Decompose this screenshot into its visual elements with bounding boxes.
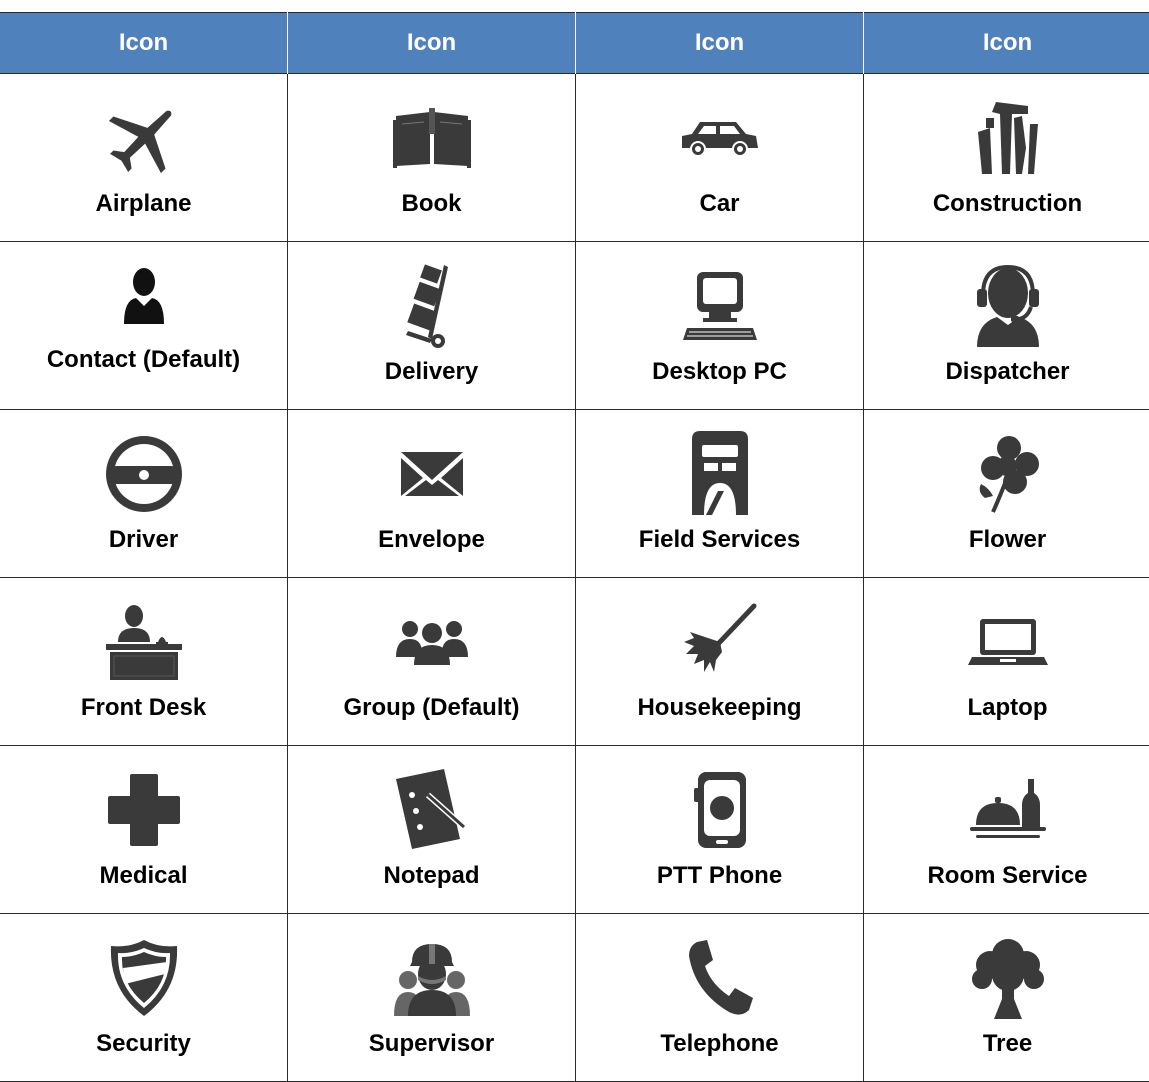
icon-label: Construction bbox=[864, 190, 1149, 218]
icon-label: Housekeeping bbox=[576, 694, 863, 722]
notepad-icon bbox=[392, 767, 472, 853]
icon-label: Car bbox=[576, 190, 863, 218]
icon-cell-construction: Construction bbox=[864, 74, 1149, 242]
icon-cell-envelope: Envelope bbox=[288, 410, 576, 578]
group-icon bbox=[396, 617, 468, 667]
icon-cell-car: Car bbox=[576, 74, 864, 242]
icon-cell-delivery: Delivery bbox=[288, 242, 576, 410]
icon-cell-housekeeping: Housekeeping bbox=[576, 578, 864, 746]
book-icon bbox=[392, 108, 472, 168]
icon-label: Front Desk bbox=[0, 694, 287, 722]
table-row: Airplane Book Car bbox=[0, 74, 1149, 242]
icon-cell-group: Group (Default) bbox=[288, 578, 576, 746]
icon-label: Field Services bbox=[576, 526, 863, 554]
icon-label: PTT Phone bbox=[576, 862, 863, 890]
icon-cell-medical: Medical bbox=[0, 746, 288, 914]
construction-icon bbox=[968, 98, 1048, 178]
icon-cell-laptop: Laptop bbox=[864, 578, 1149, 746]
table-row: Medical Notepad bbox=[0, 746, 1149, 914]
tree-icon bbox=[968, 935, 1048, 1021]
front-desk-icon bbox=[104, 602, 184, 682]
icon-label: Telephone bbox=[576, 1030, 863, 1058]
icon-cell-notepad: Notepad bbox=[288, 746, 576, 914]
driver-icon bbox=[102, 432, 186, 516]
ptt-phone-icon bbox=[690, 770, 750, 850]
column-header: Icon bbox=[864, 13, 1149, 74]
icon-label: Desktop PC bbox=[576, 358, 863, 386]
supervisor-icon bbox=[392, 938, 472, 1018]
icon-label: Envelope bbox=[288, 526, 575, 554]
laptop-icon bbox=[968, 617, 1048, 667]
icon-cell-contact: Contact (Default) bbox=[0, 242, 288, 410]
icon-label: Airplane bbox=[0, 190, 287, 218]
icon-label: Delivery bbox=[288, 358, 575, 386]
icon-cell-tree: Tree bbox=[864, 914, 1149, 1082]
icon-cell-desktop-pc: Desktop PC bbox=[576, 242, 864, 410]
delivery-icon bbox=[402, 261, 462, 351]
icon-label: Driver bbox=[0, 526, 287, 554]
icon-label: Dispatcher bbox=[864, 358, 1149, 386]
icon-label: Notepad bbox=[288, 862, 575, 890]
icon-cell-driver: Driver bbox=[0, 410, 288, 578]
icon-label: Medical bbox=[0, 862, 287, 890]
housekeeping-icon bbox=[680, 602, 760, 682]
telephone-icon bbox=[685, 938, 755, 1018]
icon-cell-field-services: Field Services bbox=[576, 410, 864, 578]
desktop-pc-icon bbox=[679, 270, 761, 342]
icon-label: Book bbox=[288, 190, 575, 218]
icon-label: Contact (Default) bbox=[0, 346, 287, 374]
icon-cell-supervisor: Supervisor bbox=[288, 914, 576, 1082]
contact-icon bbox=[122, 266, 166, 328]
icon-label: Security bbox=[0, 1030, 287, 1058]
icon-cell-book: Book bbox=[288, 74, 576, 242]
icon-cell-front-desk: Front Desk bbox=[0, 578, 288, 746]
envelope-icon bbox=[399, 450, 465, 498]
icon-label: Supervisor bbox=[288, 1030, 575, 1058]
icon-label: Laptop bbox=[864, 694, 1149, 722]
icon-label: Flower bbox=[864, 526, 1149, 554]
column-header: Icon bbox=[576, 13, 864, 74]
medical-icon bbox=[108, 774, 180, 846]
flower-icon bbox=[973, 434, 1043, 514]
field-services-icon bbox=[690, 429, 750, 519]
car-icon bbox=[680, 118, 760, 158]
security-icon bbox=[109, 938, 179, 1018]
icon-cell-dispatcher: Dispatcher bbox=[864, 242, 1149, 410]
table-row: Driver Envelope bbox=[0, 410, 1149, 578]
airplane-icon bbox=[104, 98, 184, 178]
icon-table: Icon Icon Icon Icon Airplane bbox=[0, 12, 1149, 1082]
dispatcher-icon bbox=[973, 263, 1043, 349]
header-row: Icon Icon Icon Icon bbox=[0, 13, 1149, 74]
table-row: Security Supervisor bbox=[0, 914, 1149, 1082]
icon-cell-ptt-phone: PTT Phone bbox=[576, 746, 864, 914]
room-service-icon bbox=[968, 775, 1048, 845]
table-row: Contact (Default) Delivery bbox=[0, 242, 1149, 410]
icon-cell-airplane: Airplane bbox=[0, 74, 288, 242]
icon-cell-security: Security bbox=[0, 914, 288, 1082]
icon-label: Room Service bbox=[864, 862, 1149, 890]
icon-cell-room-service: Room Service bbox=[864, 746, 1149, 914]
icon-label: Group (Default) bbox=[288, 694, 575, 722]
table-row: Front Desk Group (Default) bbox=[0, 578, 1149, 746]
icon-cell-telephone: Telephone bbox=[576, 914, 864, 1082]
column-header: Icon bbox=[0, 13, 288, 74]
column-header: Icon bbox=[288, 13, 576, 74]
icon-cell-flower: Flower bbox=[864, 410, 1149, 578]
icon-label: Tree bbox=[864, 1030, 1149, 1058]
